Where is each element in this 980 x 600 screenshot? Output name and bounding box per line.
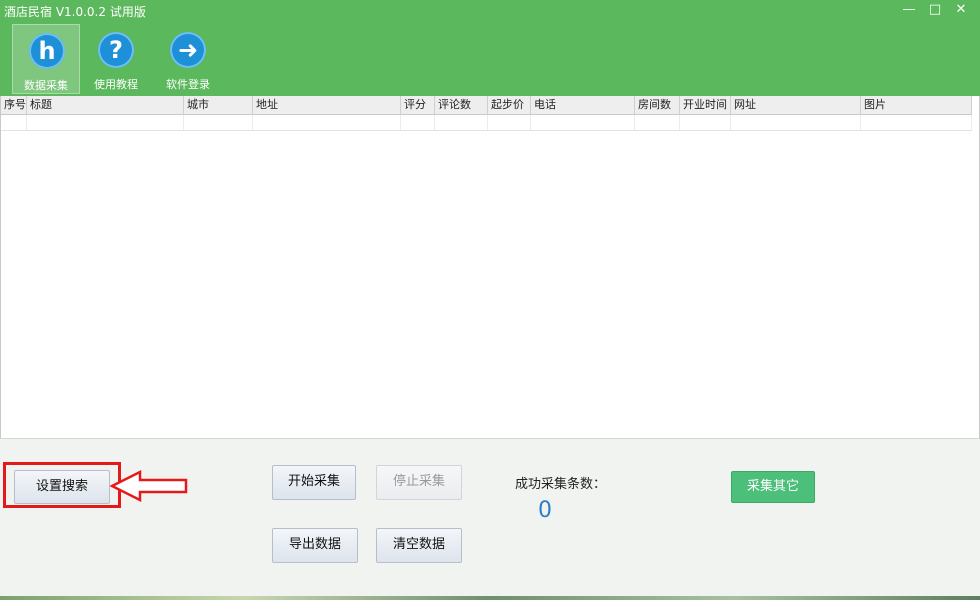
help-question-icon: ? bbox=[98, 32, 134, 68]
column-header[interactable]: 开业时间 bbox=[680, 96, 731, 114]
table-cell bbox=[731, 115, 861, 130]
column-header[interactable]: 城市 bbox=[184, 96, 253, 114]
table-cell bbox=[184, 115, 253, 130]
table-cell bbox=[488, 115, 531, 130]
minimize-button[interactable]: — bbox=[896, 2, 922, 18]
title-toolbar-band: 酒店民宿 V1.0.0.2 试用版 — □ ✕ h 数据采集 ? 使用教程 ➜ … bbox=[0, 0, 980, 96]
export-data-button[interactable]: 导出数据 bbox=[272, 528, 358, 563]
column-header[interactable]: 地址 bbox=[253, 96, 401, 114]
maximize-button[interactable]: □ bbox=[922, 2, 948, 18]
clear-data-button[interactable]: 清空数据 bbox=[376, 528, 462, 563]
success-count-label: 成功采集条数： bbox=[515, 477, 607, 492]
control-panel bbox=[0, 438, 980, 600]
column-header[interactable]: 图片 bbox=[861, 96, 972, 114]
stop-collect-button[interactable]: 停止采集 bbox=[376, 465, 462, 500]
table-cell bbox=[27, 115, 184, 130]
table-cell bbox=[861, 115, 972, 130]
desktop-background-strip bbox=[0, 596, 980, 600]
toolbar-data-collect-label: 数据采集 bbox=[24, 79, 68, 92]
column-header[interactable]: 序号 bbox=[1, 96, 27, 114]
table-cell bbox=[253, 115, 401, 130]
annotation-arrow-icon bbox=[110, 470, 188, 502]
table-cell bbox=[531, 115, 635, 130]
toolbar-data-collect[interactable]: h 数据采集 bbox=[12, 24, 80, 94]
app-title: 酒店民宿 V1.0.0.2 试用版 bbox=[4, 5, 146, 19]
login-arrow-icon: ➜ bbox=[170, 32, 206, 68]
column-header[interactable]: 电话 bbox=[531, 96, 635, 114]
column-header[interactable]: 房间数 bbox=[635, 96, 680, 114]
table-cell bbox=[635, 115, 680, 130]
toolbar-tutorial[interactable]: ? 使用教程 bbox=[82, 24, 150, 94]
close-button[interactable]: ✕ bbox=[948, 2, 974, 18]
results-table[interactable]: 序号 标题 城市 地址 评分 评论数 起步价 电话 房间数 开业时间 网址 图片 bbox=[0, 96, 980, 438]
start-collect-button[interactable]: 开始采集 bbox=[272, 465, 356, 500]
toolbar-tutorial-label: 使用教程 bbox=[94, 78, 138, 91]
column-header[interactable]: 评论数 bbox=[435, 96, 488, 114]
toolbar-login[interactable]: ➜ 软件登录 bbox=[154, 24, 222, 94]
table-row[interactable] bbox=[1, 115, 972, 131]
table-header: 序号 标题 城市 地址 评分 评论数 起步价 电话 房间数 开业时间 网址 图片 bbox=[1, 96, 972, 115]
toolbar-login-label: 软件登录 bbox=[166, 78, 210, 91]
table-cell bbox=[435, 115, 488, 130]
table-cell bbox=[1, 115, 27, 130]
table-cell bbox=[401, 115, 435, 130]
column-header[interactable]: 起步价 bbox=[488, 96, 531, 114]
column-header[interactable]: 评分 bbox=[401, 96, 435, 114]
collect-other-button[interactable]: 采集其它 bbox=[731, 471, 815, 503]
hotel-h-icon: h bbox=[29, 33, 65, 69]
column-header[interactable]: 标题 bbox=[27, 96, 184, 114]
column-header[interactable]: 网址 bbox=[731, 96, 861, 114]
annotation-highlight-box bbox=[3, 462, 121, 508]
success-count-value: 0 bbox=[538, 498, 552, 523]
table-cell bbox=[680, 115, 731, 130]
